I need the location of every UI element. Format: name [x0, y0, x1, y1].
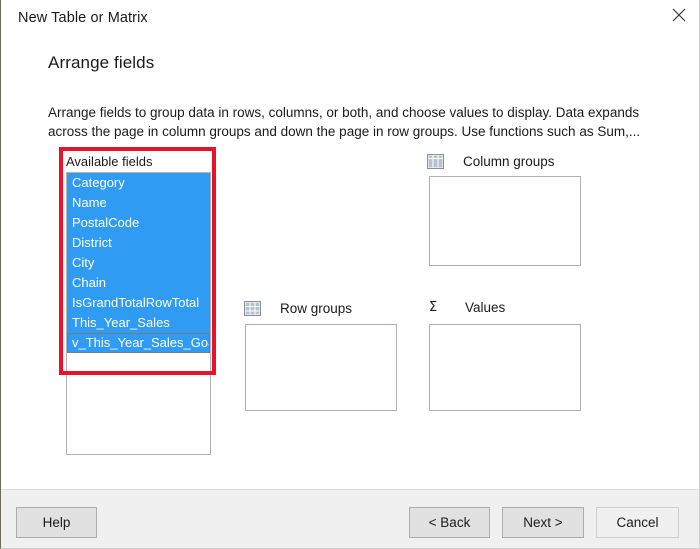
row-groups-title: Row groups: [280, 301, 352, 316]
list-item[interactable]: This_Year_Sales: [67, 313, 210, 333]
row-groups-icon: [244, 301, 261, 316]
available-fields-label: Available fields: [66, 154, 152, 169]
row-groups-dropbox[interactable]: [245, 324, 397, 411]
column-groups-header: Column groups: [427, 151, 555, 171]
list-item[interactable]: Name: [67, 193, 210, 213]
window-title: New Table or Matrix: [18, 10, 148, 26]
column-groups-icon: [427, 154, 444, 169]
list-item[interactable]: IsGrandTotalRowTotal: [67, 293, 210, 313]
list-item[interactable]: City: [67, 253, 210, 273]
list-item[interactable]: Chain: [67, 273, 210, 293]
back-button[interactable]: < Back: [409, 507, 490, 538]
next-button[interactable]: Next >: [502, 507, 584, 538]
list-item[interactable]: Category: [67, 173, 210, 193]
column-groups-dropbox[interactable]: [429, 176, 581, 266]
available-fields-listbox[interactable]: CategoryNamePostalCodeDistrictCityChainI…: [66, 172, 211, 455]
row-groups-header: Row groups: [244, 298, 352, 318]
values-header: Σ Values: [429, 297, 505, 317]
close-icon[interactable]: [656, 0, 700, 30]
available-fields-list: CategoryNamePostalCodeDistrictCityChainI…: [67, 173, 210, 353]
column-groups-title: Column groups: [463, 154, 555, 169]
values-dropbox[interactable]: [429, 324, 581, 411]
list-item[interactable]: PostalCode: [67, 213, 210, 233]
cancel-button[interactable]: Cancel: [596, 507, 679, 538]
page-description: Arrange fields to group data in rows, co…: [48, 103, 658, 141]
sigma-icon: Σ: [429, 300, 446, 315]
title-bar: New Table or Matrix: [1, 0, 700, 38]
list-item[interactable]: v_This_Year_Sales_Goal: [67, 333, 210, 353]
list-item[interactable]: District: [67, 233, 210, 253]
dialog-footer: Help < Back Next > Cancel: [1, 489, 700, 549]
help-button[interactable]: Help: [16, 507, 97, 538]
new-table-or-matrix-dialog: New Table or Matrix Arrange fields Arran…: [0, 0, 700, 549]
values-title: Values: [465, 300, 505, 315]
page-title: Arrange fields: [48, 53, 154, 73]
